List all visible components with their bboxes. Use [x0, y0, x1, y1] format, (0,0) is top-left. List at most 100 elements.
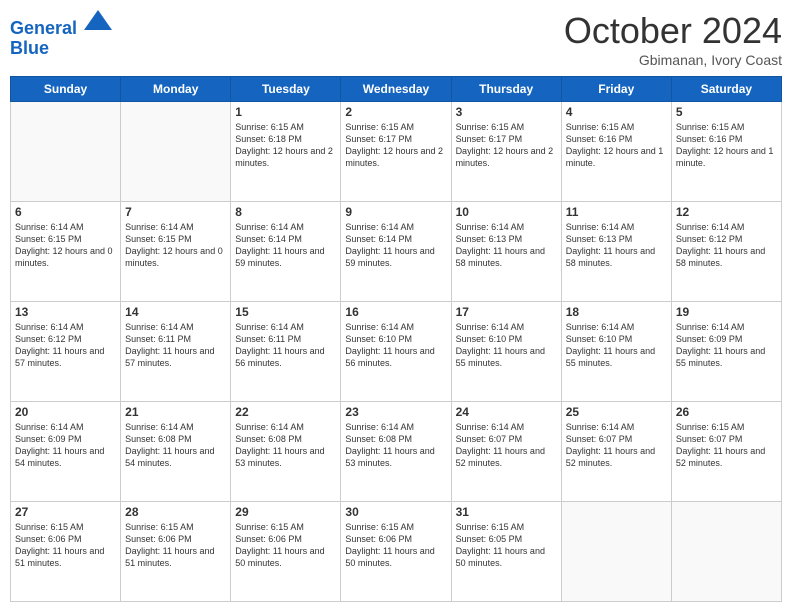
weekday-header: Wednesday [341, 77, 451, 102]
day-number: 14 [125, 305, 226, 319]
weekday-header: Tuesday [231, 77, 341, 102]
day-number: 29 [235, 505, 336, 519]
day-number: 10 [456, 205, 557, 219]
day-number: 4 [566, 105, 667, 119]
calendar-cell: 29 Sunrise: 6:15 AM Sunset: 6:06 PM Dayli… [231, 502, 341, 602]
calendar-cell [561, 502, 671, 602]
day-number: 2 [345, 105, 446, 119]
calendar-cell: 30Sunrise: 6:15 AM Sunset: 6:06 PM Dayli… [341, 502, 451, 602]
calendar-cell: 12Sunrise: 6:14 AM Sunset: 6:12 PM Dayli… [671, 202, 781, 302]
calendar-cell: 21 Sunrise: 6:14 AM Sunset: 6:08 PM Dayli… [121, 402, 231, 502]
calendar-cell: 5 Sunrise: 6:15 AM Sunset: 6:16 PM Daylig… [671, 102, 781, 202]
day-info: Sunrise: 6:15 AM Sunset: 6:16 PM Dayligh… [676, 121, 777, 170]
day-info: Sunrise: 6:14 AM Sunset: 6:09 PM Dayligh… [676, 321, 777, 370]
day-number: 25 [566, 405, 667, 419]
calendar-cell: 1Sunrise: 6:15 AM Sunset: 6:18 PM Daylig… [231, 102, 341, 202]
day-info: Sunrise: 6:14 AM Sunset: 6:08 PM Dayligh… [345, 421, 446, 470]
day-number: 27 [15, 505, 116, 519]
calendar-cell: 13 Sunrise: 6:14 AM Sunset: 6:12 PM Dayli… [11, 302, 121, 402]
day-number: 26 [676, 405, 777, 419]
day-number: 18 [566, 305, 667, 319]
calendar-cell: 16 Sunrise: 6:14 AM Sunset: 6:10 PM Dayli… [341, 302, 451, 402]
calendar-cell: 7 Sunrise: 6:14 AM Sunset: 6:15 PM Daylig… [121, 202, 231, 302]
title-block: October 2024 Gbimanan, Ivory Coast [564, 10, 782, 68]
calendar-cell: 19 Sunrise: 6:14 AM Sunset: 6:09 PM Dayli… [671, 302, 781, 402]
weekday-header: Friday [561, 77, 671, 102]
day-number: 21 [125, 405, 226, 419]
calendar-cell: 20 Sunrise: 6:14 AM Sunset: 6:09 PM Dayli… [11, 402, 121, 502]
calendar-cell: 23 Sunrise: 6:14 AM Sunset: 6:08 PM Dayli… [341, 402, 451, 502]
day-info: Sunrise: 6:14 AM Sunset: 6:13 PM Dayligh… [566, 221, 667, 270]
calendar-cell: 11 Sunrise: 6:14 AM Sunset: 6:13 PM Dayli… [561, 202, 671, 302]
calendar-cell: 26 Sunrise: 6:15 AM Sunset: 6:07 PM Dayli… [671, 402, 781, 502]
day-number: 19 [676, 305, 777, 319]
day-number: 16 [345, 305, 446, 319]
day-number: 9 [345, 205, 446, 219]
day-number: 28 [125, 505, 226, 519]
day-info: Sunrise: 6:15 AM Sunset: 6:06 PM Dayligh… [15, 521, 116, 570]
logo-text: General [10, 10, 112, 39]
logo-icon [84, 6, 112, 34]
calendar-cell: 4Sunrise: 6:15 AM Sunset: 6:16 PM Daylig… [561, 102, 671, 202]
day-number: 23 [345, 405, 446, 419]
day-info: Sunrise: 6:15 AM Sunset: 6:06 PM Dayligh… [235, 521, 336, 570]
day-info: Sunrise: 6:14 AM Sunset: 6:08 PM Dayligh… [125, 421, 226, 470]
day-info: Sunrise: 6:14 AM Sunset: 6:10 PM Dayligh… [566, 321, 667, 370]
day-info: Sunrise: 6:14 AM Sunset: 6:14 PM Dayligh… [235, 221, 336, 270]
subtitle: Gbimanan, Ivory Coast [564, 52, 782, 68]
calendar-cell: 27 Sunrise: 6:15 AM Sunset: 6:06 PM Dayli… [11, 502, 121, 602]
day-number: 3 [456, 105, 557, 119]
weekday-header-row: SundayMondayTuesdayWednesdayThursdayFrid… [11, 77, 782, 102]
day-number: 8 [235, 205, 336, 219]
calendar-cell: 14 Sunrise: 6:14 AM Sunset: 6:11 PM Dayli… [121, 302, 231, 402]
day-info: Sunrise: 6:14 AM Sunset: 6:10 PM Dayligh… [456, 321, 557, 370]
day-info: Sunrise: 6:14 AM Sunset: 6:10 PM Dayligh… [345, 321, 446, 370]
calendar-cell [121, 102, 231, 202]
calendar-cell [671, 502, 781, 602]
day-info: Sunrise: 6:14 AM Sunset: 6:11 PM Dayligh… [125, 321, 226, 370]
day-info: Sunrise: 6:14 AM Sunset: 6:09 PM Dayligh… [15, 421, 116, 470]
calendar-cell: 10 Sunrise: 6:14 AM Sunset: 6:13 PM Dayli… [451, 202, 561, 302]
day-info: Sunrise: 6:15 AM Sunset: 6:17 PM Dayligh… [345, 121, 446, 170]
calendar-cell: 15Sunrise: 6:14 AM Sunset: 6:11 PM Dayli… [231, 302, 341, 402]
weekday-header: Thursday [451, 77, 561, 102]
day-info: Sunrise: 6:14 AM Sunset: 6:08 PM Dayligh… [235, 421, 336, 470]
calendar-cell: 28 Sunrise: 6:15 AM Sunset: 6:06 PM Dayli… [121, 502, 231, 602]
day-info: Sunrise: 6:15 AM Sunset: 6:17 PM Dayligh… [456, 121, 557, 170]
weekday-header: Sunday [11, 77, 121, 102]
day-number: 6 [15, 205, 116, 219]
day-number: 20 [15, 405, 116, 419]
calendar-cell: 17 Sunrise: 6:14 AM Sunset: 6:10 PM Dayli… [451, 302, 561, 402]
calendar-week-row: 1Sunrise: 6:15 AM Sunset: 6:18 PM Daylig… [11, 102, 782, 202]
day-info: Sunrise: 6:14 AM Sunset: 6:11 PM Dayligh… [235, 321, 336, 370]
day-info: Sunrise: 6:14 AM Sunset: 6:07 PM Dayligh… [566, 421, 667, 470]
calendar-week-row: 6 Sunrise: 6:14 AM Sunset: 6:15 PM Daylig… [11, 202, 782, 302]
day-number: 13 [15, 305, 116, 319]
day-number: 17 [456, 305, 557, 319]
calendar-week-row: 20 Sunrise: 6:14 AM Sunset: 6:09 PM Dayli… [11, 402, 782, 502]
logo: General Blue [10, 10, 112, 59]
day-info: Sunrise: 6:14 AM Sunset: 6:15 PM Dayligh… [125, 221, 226, 270]
day-info: Sunrise: 6:14 AM Sunset: 6:12 PM Dayligh… [15, 321, 116, 370]
header: General Blue October 2024 Gbimanan, Ivor… [10, 10, 782, 68]
day-number: 1 [235, 105, 336, 119]
day-info: Sunrise: 6:14 AM Sunset: 6:07 PM Dayligh… [456, 421, 557, 470]
day-number: 5 [676, 105, 777, 119]
day-info: Sunrise: 6:14 AM Sunset: 6:13 PM Dayligh… [456, 221, 557, 270]
day-info: Sunrise: 6:15 AM Sunset: 6:07 PM Dayligh… [676, 421, 777, 470]
day-info: Sunrise: 6:14 AM Sunset: 6:14 PM Dayligh… [345, 221, 446, 270]
day-info: Sunrise: 6:14 AM Sunset: 6:15 PM Dayligh… [15, 221, 116, 270]
calendar-cell: 18 Sunrise: 6:14 AM Sunset: 6:10 PM Dayli… [561, 302, 671, 402]
calendar-table: SundayMondayTuesdayWednesdayThursdayFrid… [10, 76, 782, 602]
day-info: Sunrise: 6:15 AM Sunset: 6:05 PM Dayligh… [456, 521, 557, 570]
calendar-week-row: 13 Sunrise: 6:14 AM Sunset: 6:12 PM Dayli… [11, 302, 782, 402]
day-info: Sunrise: 6:15 AM Sunset: 6:06 PM Dayligh… [125, 521, 226, 570]
weekday-header: Monday [121, 77, 231, 102]
calendar-cell: 24 Sunrise: 6:14 AM Sunset: 6:07 PM Dayli… [451, 402, 561, 502]
calendar-cell: 31Sunrise: 6:15 AM Sunset: 6:05 PM Dayli… [451, 502, 561, 602]
day-number: 24 [456, 405, 557, 419]
day-number: 22 [235, 405, 336, 419]
calendar-cell: 22 Sunrise: 6:14 AM Sunset: 6:08 PM Dayli… [231, 402, 341, 502]
day-number: 11 [566, 205, 667, 219]
day-number: 7 [125, 205, 226, 219]
